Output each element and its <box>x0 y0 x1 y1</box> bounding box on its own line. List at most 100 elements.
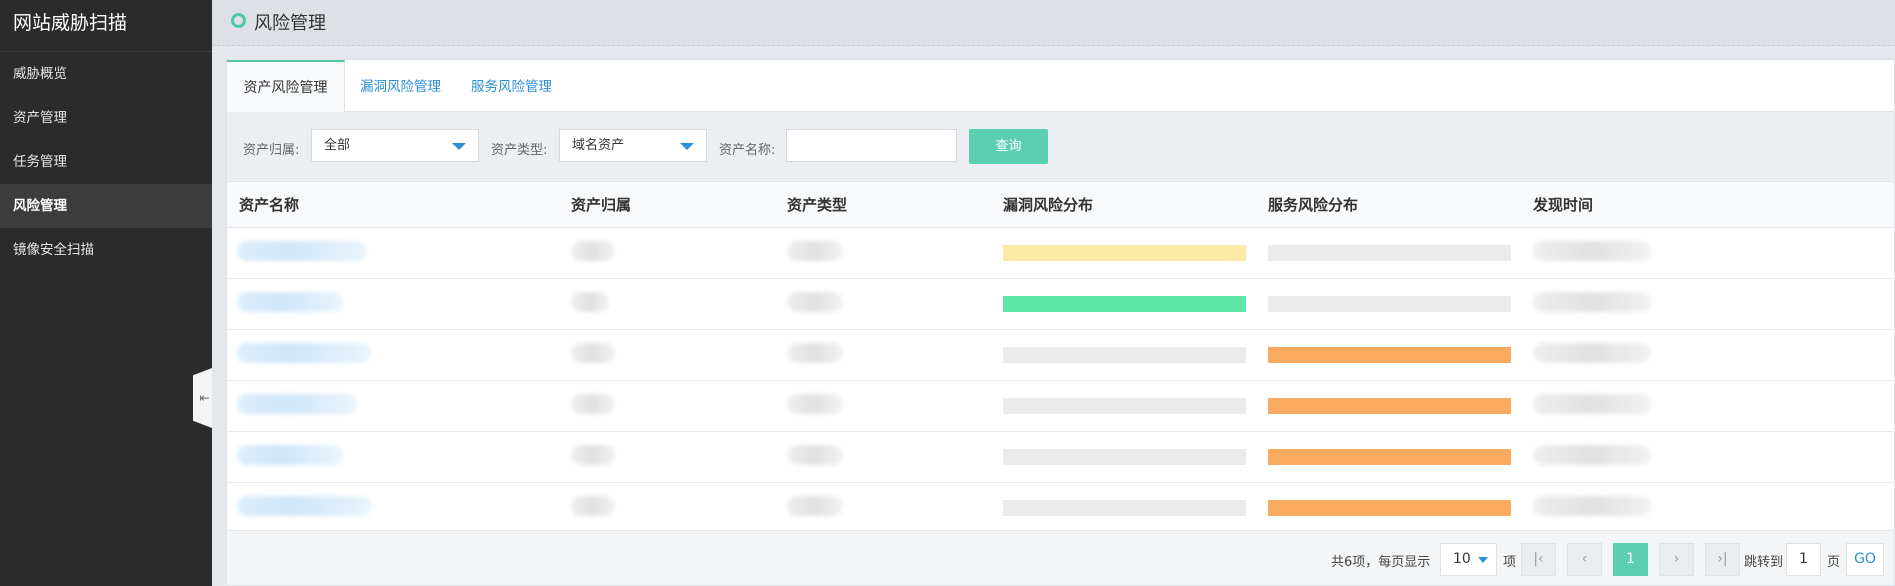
asset-name-redacted[interactable] <box>237 393 357 414</box>
page-header: 风险管理 <box>212 0 1895 46</box>
sidebar-collapse-button[interactable]: ⇤ <box>193 368 212 428</box>
query-button[interactable]: 查询 <box>969 129 1048 164</box>
table-cell <box>775 482 991 534</box>
chevron-down-icon <box>1478 557 1488 563</box>
pager-summary: 共6项，每页显示 <box>1331 555 1431 570</box>
table-cell <box>1256 329 1521 381</box>
sidebar-item-asset-management[interactable]: 资产管理 <box>0 96 212 140</box>
first-page-button[interactable]: |‹ <box>1521 543 1556 576</box>
first-page-icon: |‹ <box>1533 551 1544 567</box>
col-header-service-risk[interactable]: 服务风险分布 <box>1256 182 1521 228</box>
table-row[interactable] <box>227 482 1894 534</box>
table-cell <box>991 278 1256 330</box>
table-row[interactable] <box>227 380 1894 432</box>
prev-page-button[interactable]: ‹ <box>1567 543 1602 576</box>
owner-select[interactable]: 全部 <box>311 129 479 162</box>
tab-vuln-risk[interactable]: 漏洞风险管理 <box>360 60 441 112</box>
table-row[interactable] <box>227 329 1894 381</box>
service-risk-bar <box>1268 244 1511 261</box>
table-cell <box>559 482 775 534</box>
col-header-asset-type[interactable]: 资产类型 <box>775 182 991 228</box>
service-risk-bar <box>1268 448 1511 465</box>
asset-type-redacted <box>787 393 843 414</box>
sidebar-item-risk-management[interactable]: 风险管理 <box>0 184 212 228</box>
asset-name-redacted[interactable] <box>237 495 371 516</box>
discovered-time-redacted <box>1533 240 1651 261</box>
go-button[interactable]: GO <box>1846 543 1884 576</box>
table-cell <box>1256 227 1521 279</box>
asset-name-redacted[interactable] <box>237 291 343 312</box>
discovered-time-redacted <box>1533 444 1651 465</box>
table-cell <box>991 329 1256 381</box>
service-risk-bar <box>1268 397 1511 414</box>
col-header-asset-owner[interactable]: 资产归属 <box>559 182 775 228</box>
table-cell <box>1521 380 1894 432</box>
table-cell <box>1521 482 1894 534</box>
service-risk-bar <box>1268 499 1511 516</box>
asset-type-redacted <box>787 495 843 516</box>
table-cell <box>227 227 559 279</box>
asset-name-redacted[interactable] <box>237 444 343 465</box>
sidebar-item-threat-overview[interactable]: 威胁概览 <box>0 52 212 96</box>
last-page-button[interactable]: ›| <box>1705 543 1740 576</box>
col-header-vuln-risk[interactable]: 漏洞风险分布 <box>991 182 1256 228</box>
table-cell <box>775 278 991 330</box>
pagination: 共6项，每页显示 10 项 |‹ ‹ 1 › ›| 跳转到 1 页 GO <box>227 530 1894 585</box>
sidebar: 网站威胁扫描 威胁概览 资产管理 任务管理 风险管理 镜像安全扫描 <box>0 0 212 586</box>
tab-service-risk[interactable]: 服务风险管理 <box>471 60 552 112</box>
asset-risk-table: 资产名称 资产归属 资产类型 漏洞风险分布 服务风险分布 发现时间 <box>227 182 1894 534</box>
owner-label: 资产归属: <box>243 143 300 158</box>
table-header-row: 资产名称 资产归属 资产类型 漏洞风险分布 服务风险分布 发现时间 <box>227 182 1894 228</box>
page-button-current[interactable]: 1 <box>1613 543 1648 576</box>
table-cell <box>227 329 559 381</box>
tab-bar: 资产风险管理 漏洞风险管理 服务风险管理 <box>227 60 1894 113</box>
jump-label: 跳转到 <box>1744 555 1784 570</box>
page-title: 风险管理 <box>254 13 326 34</box>
table-cell <box>1521 278 1894 330</box>
table-cell <box>1521 431 1894 483</box>
discovered-time-redacted <box>1533 495 1651 516</box>
title-ring-icon <box>231 13 246 28</box>
table-cell <box>559 380 775 432</box>
service-risk-bar <box>1268 295 1511 312</box>
type-label: 资产类型: <box>491 143 548 158</box>
asset-name-input[interactable] <box>786 129 957 162</box>
table-cell <box>991 227 1256 279</box>
sidebar-nav: 威胁概览 资产管理 任务管理 风险管理 镜像安全扫描 <box>0 52 212 272</box>
asset-owner-redacted <box>571 240 615 261</box>
table-cell <box>1256 431 1521 483</box>
table-cell <box>775 329 991 381</box>
sidebar-item-task-management[interactable]: 任务管理 <box>0 140 212 184</box>
page-size-select[interactable]: 10 <box>1440 543 1497 576</box>
asset-type-redacted <box>787 240 843 261</box>
table-cell <box>1256 482 1521 534</box>
last-page-icon: ›| <box>1717 551 1728 567</box>
table-row[interactable] <box>227 227 1894 279</box>
table-row[interactable] <box>227 278 1894 330</box>
table-row[interactable] <box>227 431 1894 483</box>
jump-page-input[interactable]: 1 <box>1786 543 1821 576</box>
discovered-time-redacted <box>1533 393 1651 414</box>
col-header-asset-name[interactable]: 资产名称 <box>227 182 559 228</box>
type-select[interactable]: 域名资产 <box>559 129 707 162</box>
table-cell <box>775 227 991 279</box>
filter-bar: 资产归属: 全部 资产类型: 域名资产 资产名称: 查询 <box>227 112 1894 182</box>
col-header-discovered-time[interactable]: 发现时间 <box>1521 182 1894 228</box>
asset-owner-redacted <box>571 342 615 363</box>
asset-type-redacted <box>787 342 843 363</box>
asset-owner-redacted <box>571 393 615 414</box>
asset-name-redacted[interactable] <box>237 240 367 261</box>
vuln-risk-bar <box>1003 397 1246 414</box>
vuln-risk-bar <box>1003 448 1246 465</box>
prev-page-icon: ‹ <box>1581 551 1588 567</box>
sidebar-item-image-security-scan[interactable]: 镜像安全扫描 <box>0 228 212 272</box>
next-page-button[interactable]: › <box>1659 543 1694 576</box>
asset-name-redacted[interactable] <box>237 342 371 363</box>
vuln-risk-bar <box>1003 244 1246 261</box>
page-size-value: 10 <box>1453 551 1471 567</box>
pager-unit: 项 <box>1503 555 1517 570</box>
table-cell <box>1256 380 1521 432</box>
collapse-left-icon: ⇤ <box>199 391 210 405</box>
tab-asset-risk[interactable]: 资产风险管理 <box>227 60 345 113</box>
vuln-risk-bar <box>1003 499 1246 516</box>
